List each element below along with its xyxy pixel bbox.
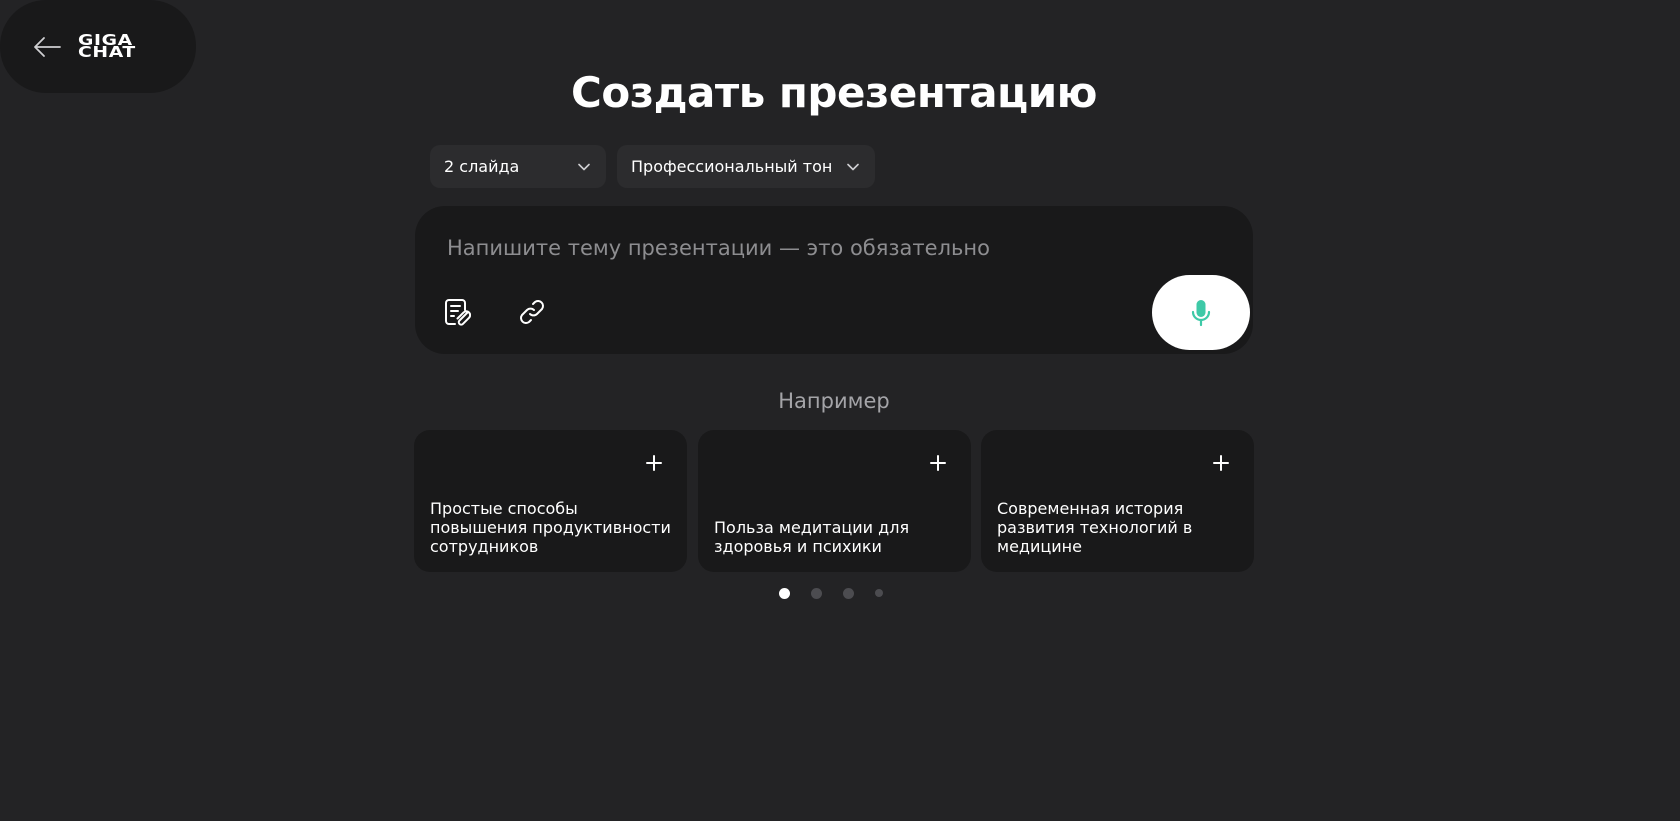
microphone-icon [1191,299,1211,326]
example-card-text: Современная история развития технологий … [997,499,1193,556]
topic-input[interactable] [445,232,1145,264]
example-card[interactable]: Простые способы повышения продуктивности… [414,430,687,572]
gigachat-logo[interactable]: GIGA CHAT [78,33,136,61]
pagination-dot-3[interactable] [843,587,854,599]
slides-count-dropdown[interactable]: 2 слайда [430,145,606,188]
pagination-dot-2[interactable] [811,587,822,599]
chevron-down-icon [578,160,592,174]
examples-label: Например [778,389,890,413]
attach-document-button[interactable] [439,294,475,330]
page-title: Создать презентацию [571,68,1097,117]
pagination-dot-4[interactable] [875,589,883,597]
pagination-dot-1[interactable] [779,587,790,599]
carousel-pagination [779,587,883,599]
document-attach-icon [445,299,471,326]
voice-input-button[interactable] [1152,275,1250,350]
tone-dropdown[interactable]: Профессиональный тон [617,145,875,188]
plus-icon [930,455,946,471]
tone-value: Профессиональный тон [631,157,833,176]
example-card[interactable]: Польза медитации для здоровья и психики [698,430,971,572]
logo-line-2: CHAT [78,42,136,61]
topic-composer [415,206,1253,354]
attach-link-button[interactable] [514,294,550,330]
arrow-left-icon [34,36,61,57]
example-card-text: Простые способы повышения продуктивности… [430,499,671,556]
plus-icon [1213,455,1229,471]
example-card-text: Польза медитации для здоровья и психики [714,518,910,556]
example-card[interactable]: Современная история развития технологий … [981,430,1254,572]
plus-icon [646,455,662,471]
link-icon [520,300,544,324]
back-button[interactable] [30,30,64,64]
slides-count-value: 2 слайда [444,157,520,176]
chevron-down-icon [847,160,861,174]
